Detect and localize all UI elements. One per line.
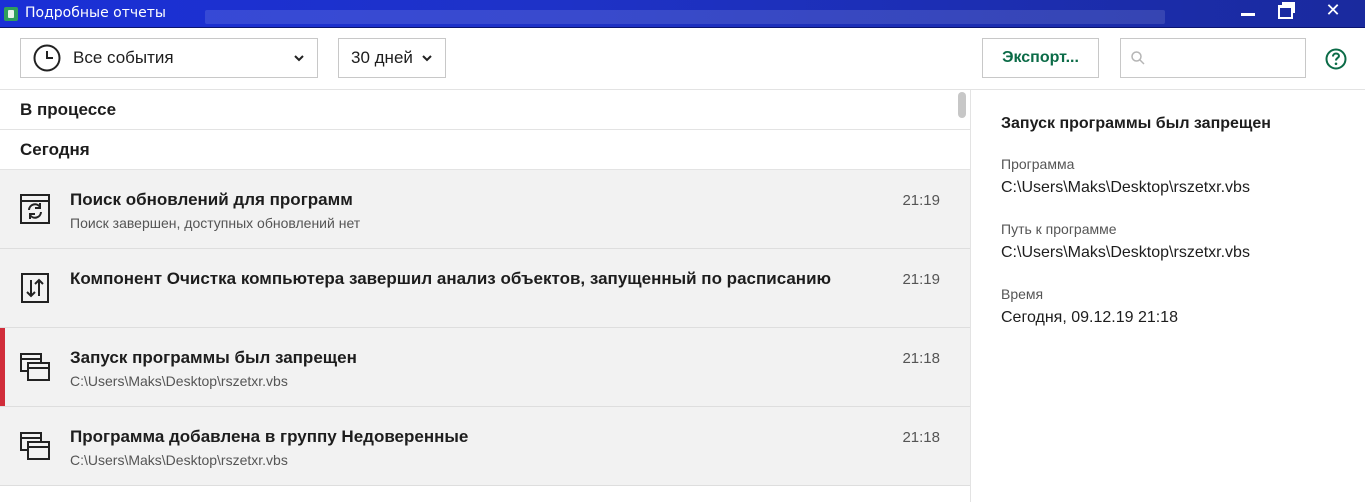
window-titlebar: Подробные отчеты ✕ [0, 0, 1365, 28]
period-filter-dropdown[interactable]: 30 дней [338, 38, 446, 78]
event-title: Программа добавлена в группу Недоверенны… [70, 427, 469, 446]
event-title: Компонент Очистка компьютера завершил ан… [70, 269, 832, 288]
close-button[interactable]: ✕ [1304, 0, 1362, 22]
window-title: Подробные отчеты [25, 5, 166, 21]
chevron-down-icon [422, 55, 432, 62]
event-row[interactable]: Поиск обновлений для программ Поиск заве… [0, 170, 970, 249]
time-value: Сегодня, 09.12.19 21:18 [1001, 309, 1178, 326]
maximize-button[interactable] [1267, 0, 1303, 22]
details-title: Запуск программы был запрещен [1001, 115, 1271, 132]
help-icon[interactable] [1325, 48, 1347, 70]
event-time: 21:19 [902, 271, 940, 288]
events-filter-dropdown[interactable]: Все события [20, 38, 318, 78]
event-time: 21:18 [902, 350, 940, 367]
event-subtitle: Поиск завершен, доступных обновлений нет [70, 215, 361, 231]
path-label: Путь к программе [1001, 221, 1117, 237]
toolbar: Все события 30 дней Экспорт... [0, 28, 1365, 90]
event-subtitle: C:\Users\Maks\Desktop\rszetxr.vbs [70, 452, 288, 468]
program-value: C:\Users\Maks\Desktop\rszetxr.vbs [1001, 179, 1250, 196]
chevron-down-icon [294, 55, 304, 62]
event-title: Запуск программы был запрещен [70, 348, 357, 367]
search-box[interactable] [1120, 38, 1306, 78]
application-windows-icon [20, 432, 50, 460]
section-in-progress[interactable]: В процессе [0, 90, 970, 130]
event-time: 21:19 [902, 192, 940, 209]
selected-marker [0, 328, 5, 406]
path-value: C:\Users\Maks\Desktop\rszetxr.vbs [1001, 244, 1250, 261]
event-title: Поиск обновлений для программ [70, 190, 353, 209]
section-today[interactable]: Сегодня [0, 130, 970, 170]
event-row-selected[interactable]: Запуск программы был запрещен C:\Users\M… [0, 328, 970, 407]
time-label: Время [1001, 286, 1044, 302]
minimize-button[interactable] [1230, 0, 1266, 22]
event-row[interactable]: Программа добавлена в группу Недоверенны… [0, 407, 970, 486]
program-label: Программа [1001, 156, 1075, 172]
event-subtitle: C:\Users\Maks\Desktop\rszetxr.vbs [70, 373, 288, 389]
update-refresh-icon [20, 194, 50, 224]
titlebar-decoration [205, 10, 1165, 24]
export-button[interactable]: Экспорт... [982, 38, 1099, 78]
app-icon [4, 7, 18, 21]
event-list: В процессе Сегодня Поиск обновлений для … [0, 90, 970, 502]
event-row[interactable]: Компонент Очистка компьютера завершил ан… [0, 249, 970, 328]
panel-divider [970, 90, 971, 502]
period-filter-value: 30 дней [351, 48, 413, 67]
list-scrollbar-thumb[interactable] [958, 92, 966, 118]
events-filter-value: Все события [73, 48, 174, 67]
event-time: 21:18 [902, 429, 940, 446]
application-windows-icon [20, 353, 50, 381]
search-input[interactable] [1153, 45, 1302, 73]
scan-sliders-icon [21, 273, 49, 303]
clock-icon [33, 44, 61, 72]
search-icon [1131, 51, 1145, 65]
